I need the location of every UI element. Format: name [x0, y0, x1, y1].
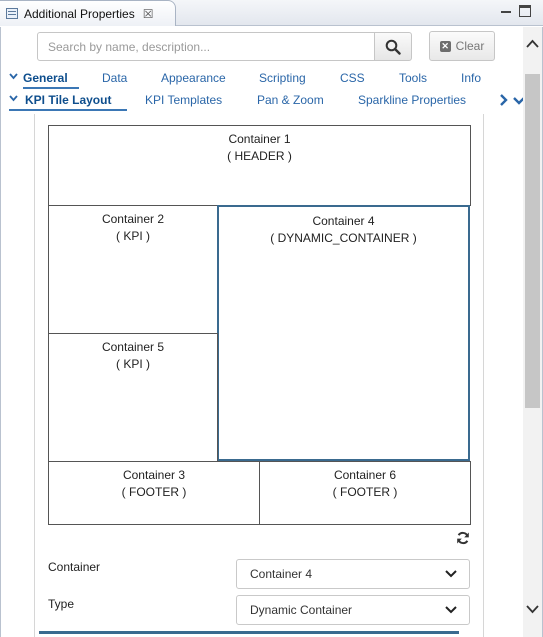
chevron-down-icon	[445, 570, 457, 578]
container-cell-2[interactable]: Container 2 ( KPI )	[48, 205, 218, 334]
minimize-icon[interactable]	[500, 5, 512, 17]
view-title: Additional Properties	[24, 6, 135, 21]
container-select-value: Container 4	[250, 567, 313, 581]
scrollbar-thumb[interactable]	[525, 74, 540, 408]
search-input[interactable]	[37, 32, 375, 61]
container-type: ( FOOTER )	[121, 485, 187, 499]
container-cell-5[interactable]: Container 5 ( KPI )	[48, 333, 218, 462]
tab-sparkline-properties[interactable]: Sparkline Properties	[358, 91, 466, 109]
view-tab-additional-properties[interactable]: Additional Properties ☒	[0, 0, 176, 26]
container-label: Container	[48, 560, 101, 574]
refresh-icon[interactable]	[456, 531, 470, 545]
container-cell-3[interactable]: Container 3 ( FOOTER )	[48, 461, 260, 525]
container-name: Container 1	[228, 132, 291, 146]
container-name: Container 2	[101, 212, 165, 226]
section-divider	[39, 631, 459, 634]
tab-scripting[interactable]: Scripting	[259, 69, 306, 87]
tabs-scroll-right-button[interactable]	[496, 91, 510, 109]
container-cell-6[interactable]: Container 6 ( FOOTER )	[259, 461, 471, 525]
clear-button-label: Clear	[455, 39, 485, 53]
chevron-right-icon	[499, 94, 508, 106]
container-cell-1[interactable]: Container 1 ( HEADER )	[48, 125, 471, 206]
tab-pan-zoom[interactable]: Pan & Zoom	[257, 91, 324, 109]
maximize-icon[interactable]	[519, 5, 531, 17]
search-icon	[385, 39, 401, 55]
properties-content: ✕ Clear General Data Appearance Scriptin…	[0, 27, 543, 637]
container-type: ( KPI )	[115, 357, 150, 371]
container-select[interactable]: Container 4	[236, 559, 470, 589]
tab-kpi-tile-layout[interactable]: KPI Tile Layout	[9, 91, 127, 111]
clear-icon: ✕	[439, 40, 451, 52]
tab-data[interactable]: Data	[102, 69, 127, 87]
tab-tools[interactable]: Tools	[399, 69, 427, 87]
tab-row-sub: KPI Tile Layout KPI Templates Pan & Zoom…	[1, 91, 501, 111]
scroll-up-icon[interactable]	[526, 39, 539, 48]
container-type: ( HEADER )	[227, 149, 292, 163]
tab-info[interactable]: Info	[461, 69, 481, 87]
layout-editor: Container 1 ( HEADER ) Container 2 ( KPI…	[34, 114, 484, 637]
container-type: ( FOOTER )	[332, 485, 398, 499]
type-select[interactable]: Dynamic Container	[236, 595, 470, 625]
tab-row-main: General Data Appearance Scripting CSS To…	[1, 69, 501, 89]
tab-general[interactable]: General	[23, 69, 79, 89]
container-type: ( DYNAMIC_CONTAINER )	[270, 231, 417, 245]
scroll-down-icon[interactable]	[526, 605, 539, 614]
kpi-tile-layout-panel: Container 1 ( HEADER ) Container 2 ( KPI…	[9, 114, 525, 637]
type-label: Type	[48, 597, 75, 611]
view-header: Additional Properties ☒	[0, 0, 543, 26]
properties-panel-icon	[6, 8, 18, 19]
container-name: Container 4	[312, 214, 375, 228]
container-cell-4[interactable]: Container 4 ( DYNAMIC_CONTAINER )	[217, 205, 470, 461]
tab-css[interactable]: CSS	[340, 69, 365, 87]
container-name: Container 5	[101, 340, 165, 354]
container-name: Container 6	[333, 468, 397, 482]
vertical-scrollbar[interactable]	[523, 27, 542, 637]
close-view-icon[interactable]: ☒	[143, 7, 154, 21]
chevron-down-icon	[445, 606, 457, 614]
container-name: Container 3	[122, 468, 186, 482]
tab-appearance[interactable]: Appearance	[161, 69, 226, 87]
type-select-value: Dynamic Container	[250, 603, 353, 617]
clear-button[interactable]: ✕ Clear	[429, 31, 495, 61]
container-type: ( KPI )	[115, 229, 150, 243]
tab-kpi-templates[interactable]: KPI Templates	[145, 91, 222, 109]
search-button[interactable]	[374, 32, 412, 61]
chevron-down-icon	[9, 73, 18, 80]
